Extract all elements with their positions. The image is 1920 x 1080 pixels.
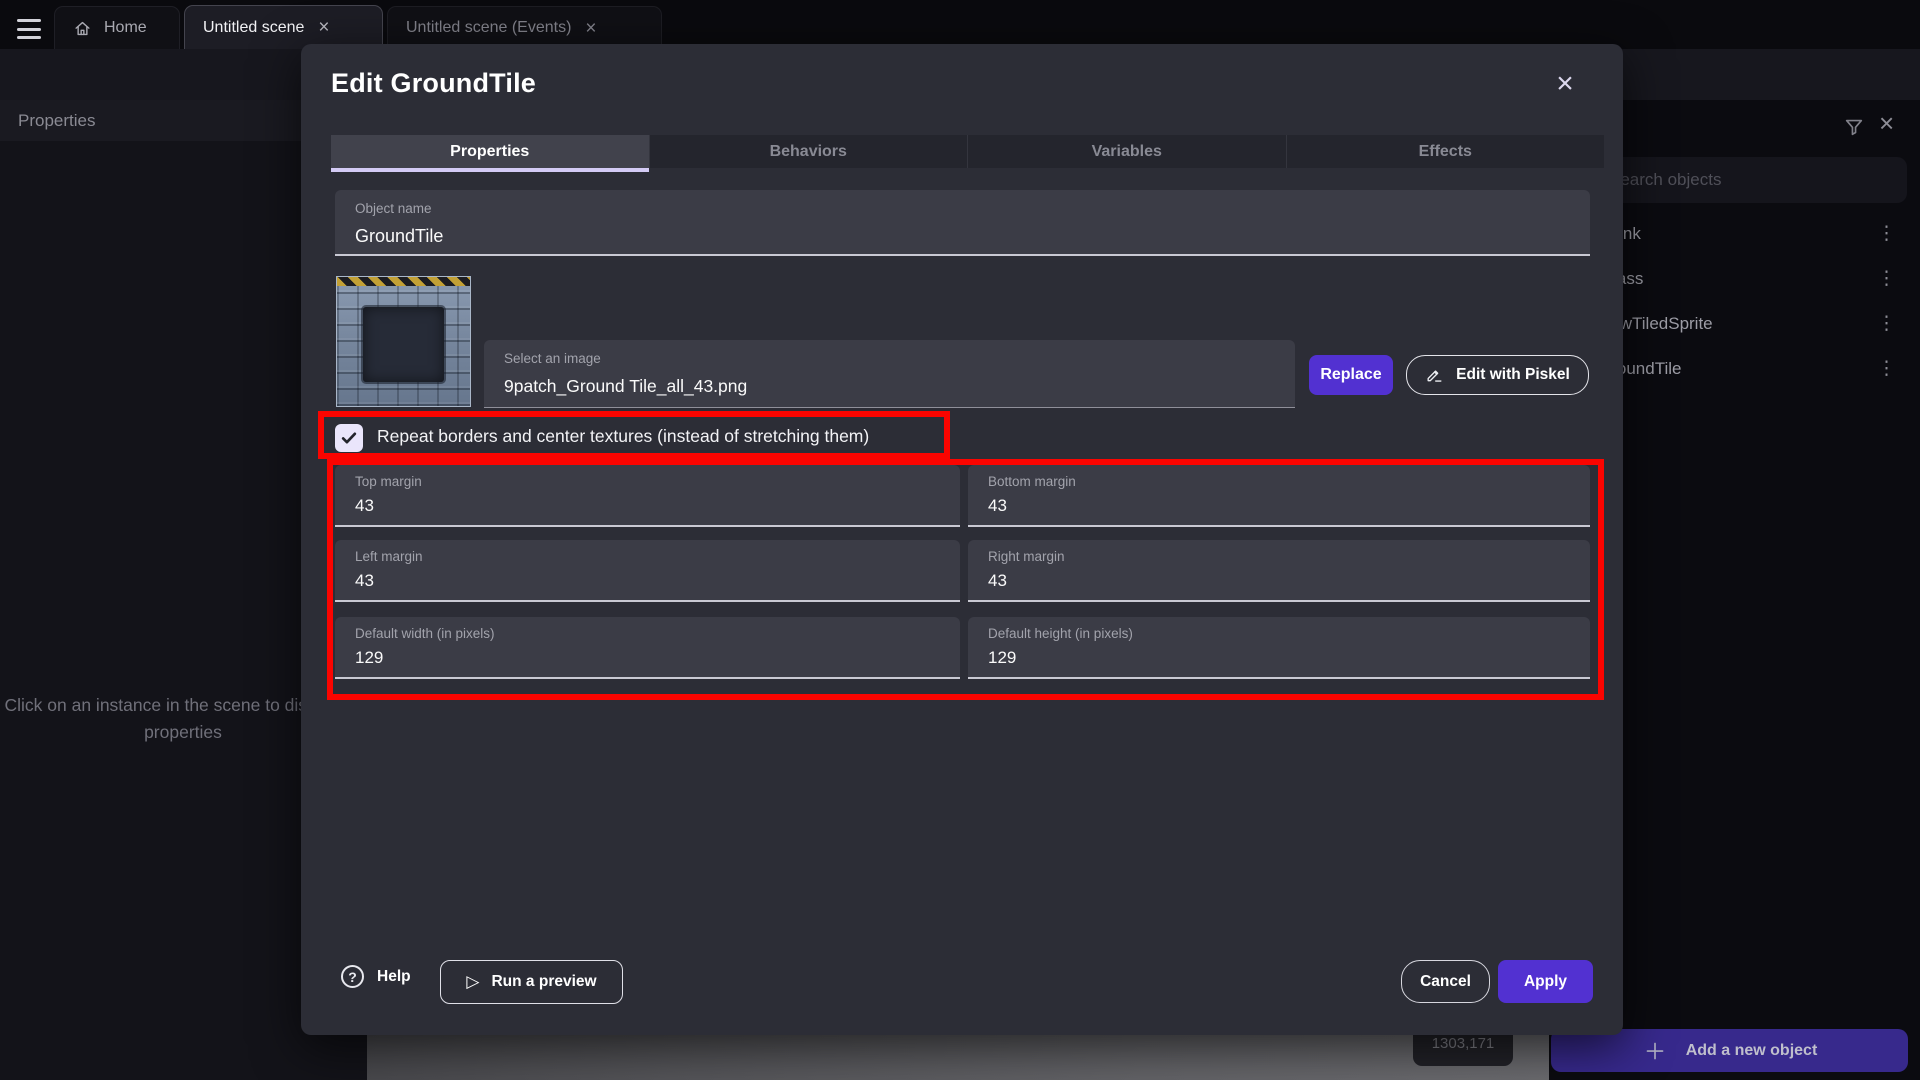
object-name-field-value: GroundTile [355,226,443,247]
default-height-field[interactable]: Default height (in pixels) 129 [968,617,1590,679]
play-icon: ▷ [466,972,479,992]
checkmark-icon [339,428,359,448]
edit-with-piskel-label: Edit with Piskel [1456,366,1570,384]
left-margin-label: Left margin [355,549,423,564]
properties-panel-title: Properties [18,111,95,131]
tile-image-thumbnail[interactable] [336,276,471,407]
replace-image-button[interactable]: Replace [1309,355,1393,395]
gdevelop-window: Home Untitled scene × Untitled scene (Ev… [0,0,1920,1080]
object-name-field-label: Object name [355,201,432,216]
pencil-icon [1425,366,1444,385]
object-menu-dots-icon[interactable]: ⋮ [1877,222,1896,245]
top-margin-field[interactable]: Top margin 43 [335,465,960,527]
right-margin-value: 43 [988,571,1007,591]
cancel-button[interactable]: Cancel [1401,960,1490,1003]
right-margin-label: Right margin [988,549,1065,564]
left-margin-value: 43 [355,571,374,591]
tab-untitled-scene[interactable]: Untitled scene × [184,5,383,49]
add-new-object-label: Add a new object [1686,1042,1818,1060]
apply-button[interactable]: Apply [1498,960,1593,1003]
top-tab-bar: Home Untitled scene × Untitled scene (Ev… [0,0,1920,49]
default-width-value: 129 [355,648,383,668]
tab-untitled-scene-events-label: Untitled scene (Events) [406,19,571,37]
select-image-field-label: Select an image [504,351,601,366]
run-preview-button[interactable]: ▷ Run a preview [440,960,623,1004]
tab-untitled-scene-events[interactable]: Untitled scene (Events) × [387,6,662,49]
run-preview-label: Run a preview [491,973,596,991]
help-button[interactable]: ? Help [341,965,411,988]
default-height-label: Default height (in pixels) [988,626,1133,641]
tile-center-decoration [363,307,444,382]
tab-close-icon[interactable]: × [583,19,598,38]
search-objects-placeholder: Search objects [1609,170,1721,190]
dialog-close-icon[interactable]: × [1547,66,1583,102]
tab-untitled-scene-label: Untitled scene [203,19,304,37]
edit-object-dialog: Edit GroundTile × Properties Behaviors V… [301,44,1623,1035]
repeat-borders-checkbox[interactable] [335,424,363,452]
bottom-margin-value: 43 [988,496,1007,516]
object-menu-dots-icon[interactable]: ⋮ [1877,267,1896,290]
object-menu-dots-icon[interactable]: ⋮ [1877,312,1896,335]
default-width-label: Default width (in pixels) [355,626,495,641]
hamburger-menu-icon[interactable] [17,19,41,39]
tab-close-icon[interactable]: × [316,18,331,37]
help-icon: ? [341,965,364,988]
select-image-field[interactable]: Select an image 9patch_Ground Tile_all_4… [484,340,1295,408]
default-width-field[interactable]: Default width (in pixels) 129 [335,617,960,679]
bottom-margin-label: Bottom margin [988,474,1076,489]
right-margin-field[interactable]: Right margin 43 [968,540,1590,602]
object-name-field[interactable]: Object name GroundTile [335,190,1590,256]
repeat-borders-checkbox-label: Repeat borders and center textures (inst… [377,426,869,447]
dialog-title: Edit GroundTile [331,68,536,99]
default-height-value: 129 [988,648,1016,668]
tab-home-label: Home [104,19,147,37]
objects-panel-close-icon[interactable]: × [1879,110,1894,136]
dialog-tab-effects[interactable]: Effects [1287,135,1605,168]
edit-with-piskel-button[interactable]: Edit with Piskel [1406,355,1589,395]
dialog-tab-bar: Properties Behaviors Variables Effects [331,135,1604,168]
add-new-object-button[interactable]: Add a new object [1551,1029,1908,1072]
left-margin-field[interactable]: Left margin 43 [335,540,960,602]
dialog-tab-variables[interactable]: Variables [968,135,1287,168]
dialog-tab-properties[interactable]: Properties [331,135,650,168]
home-icon [73,19,92,38]
tab-home[interactable]: Home [54,6,180,49]
bottom-margin-field[interactable]: Bottom margin 43 [968,465,1590,527]
select-image-field-value: 9patch_Ground Tile_all_43.png [504,376,747,397]
dialog-tab-behaviors[interactable]: Behaviors [650,135,969,168]
top-margin-label: Top margin [355,474,422,489]
object-menu-dots-icon[interactable]: ⋮ [1877,357,1896,380]
top-margin-value: 43 [355,496,374,516]
hazard-stripe-decoration [337,277,470,286]
plus-icon [1642,1038,1668,1064]
filter-icon[interactable] [1843,116,1865,138]
help-label: Help [377,968,411,986]
